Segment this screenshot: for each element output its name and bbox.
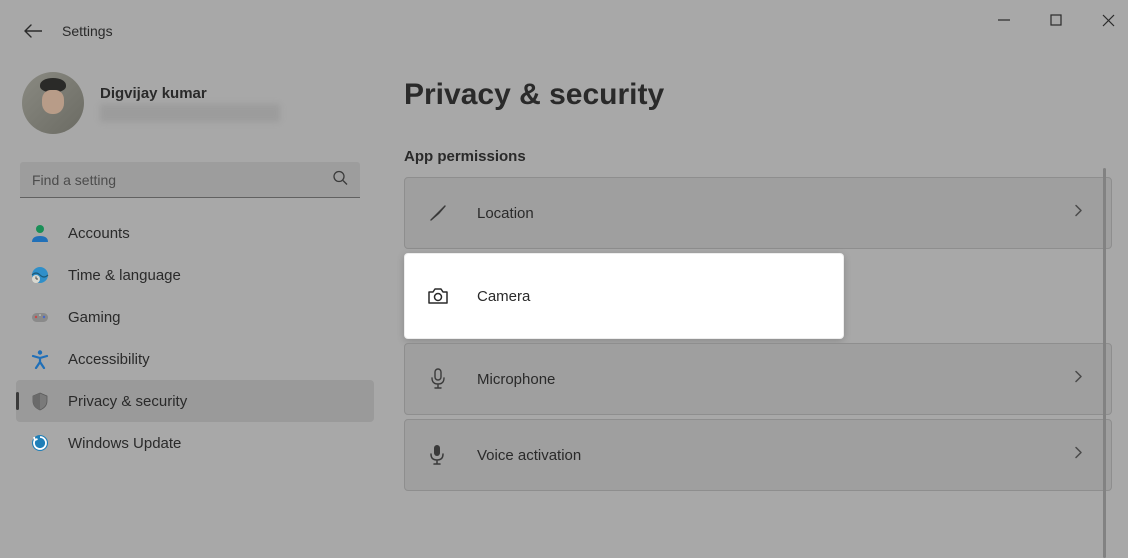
accounts-icon [30,223,50,243]
accessibility-icon [30,349,50,369]
microphone-icon [427,368,449,390]
search-icon [332,170,348,191]
nav-list: Accounts Time & language Gaming Accessib… [16,212,374,464]
maximize-button[interactable] [1044,8,1068,32]
location-icon [427,202,449,224]
avatar [22,72,84,134]
sidebar-item-label: Privacy & security [68,393,187,410]
sidebar-item-label: Time & language [68,267,181,284]
permission-label: Voice activation [477,447,581,464]
sidebar-item-accounts[interactable]: Accounts [16,212,374,254]
section-heading: App permissions [404,148,1112,165]
permission-label: Camera [477,288,530,305]
header-title: Settings [62,23,113,39]
sidebar-item-label: Windows Update [68,435,181,452]
sidebar-item-accessibility[interactable]: Accessibility [16,338,374,380]
search-input[interactable] [20,162,360,198]
chevron-right-icon [1074,204,1083,223]
gaming-icon [30,307,50,327]
permission-label: Location [477,205,534,222]
page-title: Privacy & security [404,78,1112,112]
sidebar-item-label: Accounts [68,225,130,242]
shield-icon [30,391,50,411]
permissions-list: Location Camera Microphone [404,177,1112,491]
sidebar-item-label: Gaming [68,309,121,326]
sidebar-item-time-language[interactable]: Time & language [16,254,374,296]
permission-item-location[interactable]: Location [404,177,1112,249]
chevron-right-icon [1074,446,1083,465]
back-button[interactable] [22,20,44,42]
sidebar: Digvijay kumar Accounts Time & langua [16,60,374,491]
profile-name: Digvijay kumar [100,85,280,102]
content-area: Privacy & security App permissions Locat… [374,60,1112,491]
header-bar: Settings [0,0,1128,60]
clock-globe-icon [30,265,50,285]
voice-icon [427,444,449,466]
permission-label: Microphone [477,371,555,388]
sidebar-item-gaming[interactable]: Gaming [16,296,374,338]
sidebar-item-windows-update[interactable]: Windows Update [16,422,374,464]
close-button[interactable] [1096,8,1120,32]
camera-icon [427,285,449,307]
sidebar-item-label: Accessibility [68,351,150,368]
permission-item-camera[interactable]: Camera [404,253,844,339]
update-icon [30,433,50,453]
scrollbar[interactable] [1103,168,1106,558]
window-controls [992,8,1120,32]
permission-item-voice-activation[interactable]: Voice activation [404,419,1112,491]
minimize-button[interactable] [992,8,1016,32]
profile-email-redacted [100,104,280,122]
chevron-right-icon [1074,370,1083,389]
search-box [20,162,360,198]
profile-block[interactable]: Digvijay kumar [16,60,374,152]
sidebar-item-privacy-security[interactable]: Privacy & security [16,380,374,422]
permission-item-microphone[interactable]: Microphone [404,343,1112,415]
